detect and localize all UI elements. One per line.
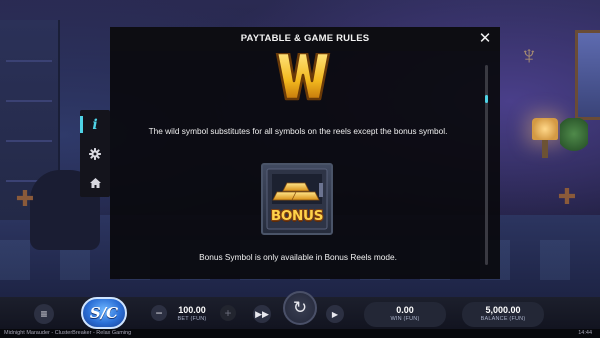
modal-header: PAYTABLE & GAME RULES ✕ xyxy=(110,27,500,51)
side-menu: i xyxy=(80,110,110,197)
bonus-symbol-image: BONUS xyxy=(261,163,333,235)
spin-arrow-icon: ↻ xyxy=(292,298,308,317)
bet-value: 100.00 xyxy=(178,305,206,315)
minus-icon: − xyxy=(155,306,163,320)
wild-description: The wild symbol substitutes for all symb… xyxy=(148,126,448,136)
bet-display: 100.00 BET (FUN) xyxy=(170,305,214,323)
game-info-text: Midnight Marauder - ClusterBreaker - Rel… xyxy=(4,330,132,336)
paytable-modal: PAYTABLE & GAME RULES ✕ The wild symbol … xyxy=(110,27,500,279)
background-lamp-stand xyxy=(542,140,548,158)
background-ornament: ✚ xyxy=(15,186,35,211)
bonus-symbol-label: BONUS xyxy=(270,208,324,224)
spin-button[interactable]: ↻ xyxy=(283,291,317,325)
status-strip: Midnight Marauder - ClusterBreaker - Rel… xyxy=(0,329,600,338)
gear-icon xyxy=(89,147,101,160)
close-icon: ✕ xyxy=(478,30,492,47)
side-menu-info[interactable]: i xyxy=(80,110,110,139)
side-menu-home[interactable] xyxy=(80,168,110,197)
play-icon: ▶ xyxy=(331,309,339,319)
bet-decrease-button[interactable]: − xyxy=(151,305,167,321)
side-menu-settings[interactable] xyxy=(80,139,110,168)
sc-label: S/C xyxy=(89,304,119,322)
fast-forward-icon: ▶▶ xyxy=(255,308,269,319)
background-ornament: ✚ xyxy=(557,184,577,209)
modal-scrollbar[interactable] xyxy=(485,65,488,265)
win-value: 0.00 xyxy=(396,305,414,315)
modal-title: PAYTABLE & GAME RULES xyxy=(240,33,370,44)
scrollbar-thumb[interactable] xyxy=(485,95,488,103)
balance-label: BALANCE (FUN) xyxy=(480,316,526,322)
bonus-description: Bonus Symbol is only available in Bonus … xyxy=(199,252,397,262)
turbo-button[interactable]: ▶▶ xyxy=(253,305,271,323)
wild-symbol-image xyxy=(275,53,331,101)
home-icon xyxy=(89,177,101,188)
balance-display: 5,000.00 BALANCE (FUN) xyxy=(462,305,544,323)
bet-label: BET (FUN) xyxy=(177,316,207,322)
balance-value: 5,000.00 xyxy=(485,305,521,315)
info-icon: i xyxy=(92,116,98,133)
menu-button[interactable]: ≡ xyxy=(34,304,54,324)
plus-icon: + xyxy=(224,306,232,320)
wild-w-icon xyxy=(275,53,331,101)
hamburger-icon: ≡ xyxy=(40,307,48,321)
clock-text: 14:44 xyxy=(578,330,592,336)
background-lamp xyxy=(532,118,558,140)
autoplay-button[interactable]: ▶ xyxy=(326,305,344,323)
sweepstakes-coin-toggle[interactable]: S/C xyxy=(81,297,127,329)
win-label: WIN (FUN) xyxy=(390,316,420,322)
background-trophy: ♆ xyxy=(519,40,539,70)
background-window xyxy=(575,30,600,120)
win-display: 0.00 WIN (FUN) xyxy=(364,305,446,323)
bet-increase-button[interactable]: + xyxy=(220,305,236,321)
close-button[interactable]: ✕ xyxy=(477,31,493,47)
background-plant xyxy=(560,118,588,158)
